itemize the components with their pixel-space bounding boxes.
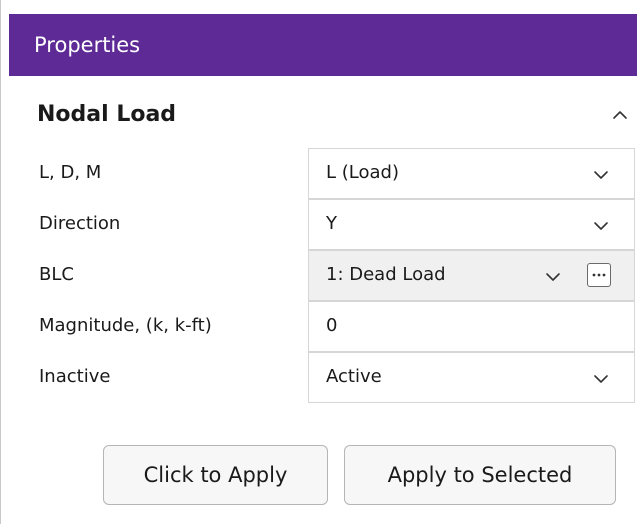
ellipsis-icon[interactable]	[587, 263, 611, 287]
direction-dropdown[interactable]: Y	[308, 199, 635, 250]
row-label: Magnitude, (k, k-ft)	[39, 315, 212, 336]
blc-value: 1: Dead Load	[326, 264, 446, 285]
chevron-up-icon[interactable]	[605, 100, 635, 130]
row-label: BLC	[39, 264, 74, 285]
ldm-value: L (Load)	[326, 162, 399, 183]
ldm-dropdown[interactable]: L (Load)	[308, 148, 635, 199]
inactive-dropdown[interactable]: Active	[308, 352, 635, 403]
row-label: Direction	[39, 213, 121, 234]
direction-value: Y	[326, 213, 337, 234]
row-label: Inactive	[39, 366, 111, 387]
section-title: Nodal Load	[37, 102, 177, 127]
nodal-load-section-header[interactable]: Nodal Load	[9, 90, 637, 140]
blc-dropdown[interactable]: 1: Dead Load	[308, 250, 635, 301]
row-ldm: L, D, M L (Load)	[25, 148, 635, 199]
panel-title: Properties	[34, 33, 141, 57]
click-to-apply-button[interactable]: Click to Apply	[103, 445, 328, 505]
chevron-down-icon[interactable]	[591, 216, 611, 236]
inactive-value: Active	[326, 366, 382, 387]
chevron-down-icon[interactable]	[591, 165, 611, 185]
properties-titlebar: Properties	[9, 14, 637, 76]
row-blc: BLC 1: Dead Load	[25, 250, 635, 301]
row-magnitude: Magnitude, (k, k-ft) 0	[25, 301, 635, 352]
row-label: L, D, M	[39, 162, 102, 183]
chevron-down-icon[interactable]	[543, 267, 563, 287]
chevron-down-icon[interactable]	[591, 369, 611, 389]
row-direction: Direction Y	[25, 199, 635, 250]
row-inactive: Inactive Active	[25, 352, 635, 403]
magnitude-value: 0	[326, 315, 338, 336]
properties-panel: Properties Nodal Load L, D, M L (Load) D…	[0, 0, 637, 524]
magnitude-input[interactable]: 0	[308, 301, 635, 352]
apply-to-selected-button[interactable]: Apply to Selected	[344, 445, 616, 505]
